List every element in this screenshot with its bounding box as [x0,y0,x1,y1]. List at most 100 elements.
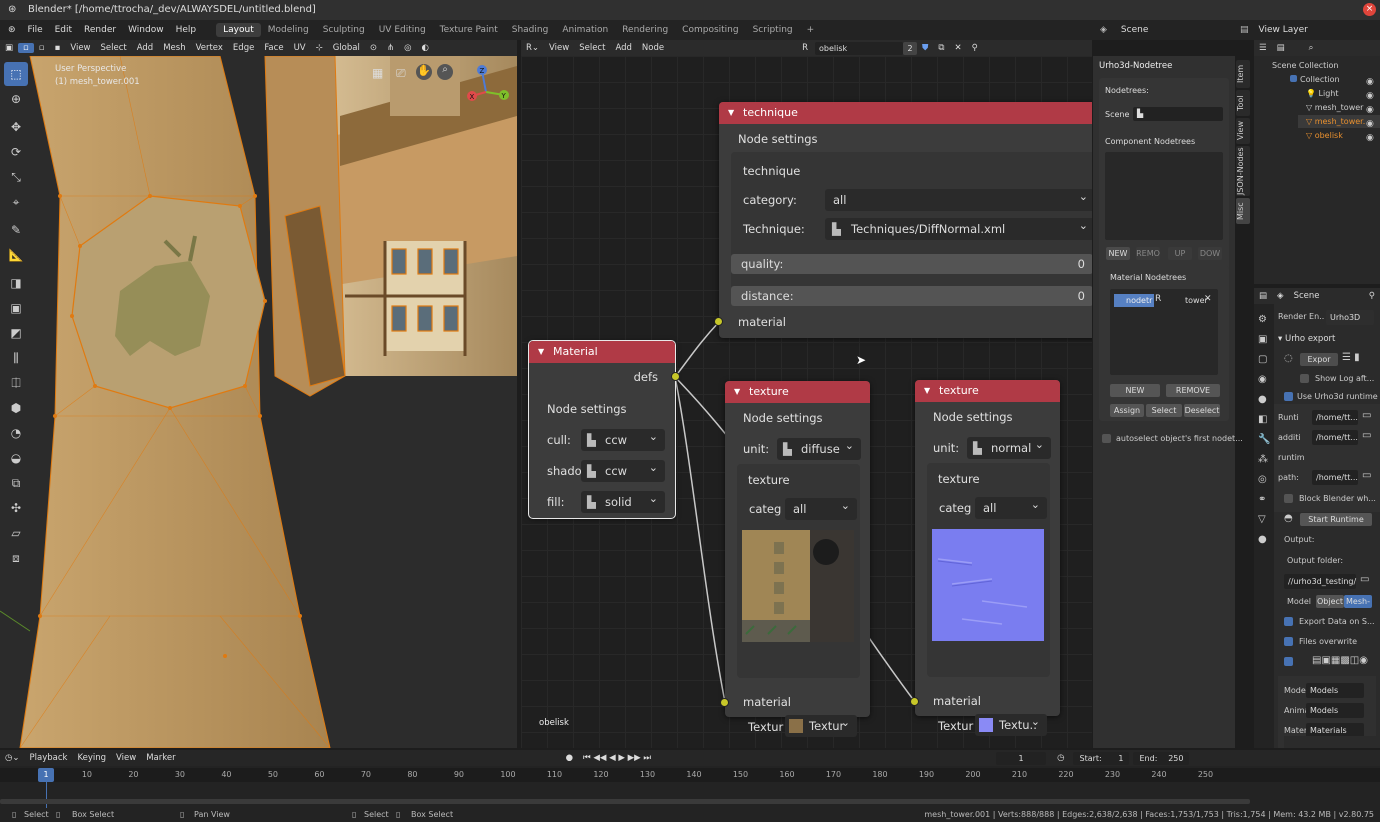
side-tab-tool[interactable]: Tool [1236,90,1250,116]
texture1-texture-dropdown[interactable]: Textur [785,712,857,737]
face-select-icon[interactable]: ▪ [50,43,66,53]
current-frame-field[interactable]: 1 [996,751,1047,765]
viewport-menu-view[interactable]: View [65,43,95,53]
side-tab-misc[interactable]: Misc [1236,198,1250,224]
edge-slide-icon[interactable]: ⧉ [4,471,28,495]
material-node[interactable]: Material defs Node settings cull: ▙ ccw … [528,340,680,519]
scale-icon[interactable]: ⤡ [4,165,28,189]
material-remove-button[interactable]: REMOVE [1166,384,1220,397]
menu-file[interactable]: File [22,25,49,35]
cull-dropdown[interactable]: ▙ ccw [581,426,665,451]
texture2-unit-dropdown[interactable]: ▙ normal [967,434,1051,459]
menu-help[interactable]: Help [170,25,203,35]
node-tree-type[interactable]: R [797,43,813,53]
tab-shading[interactable]: Shading [505,23,556,37]
display-mode-icon[interactable]: ▤ [1272,43,1290,53]
add-workspace-icon[interactable]: + [800,23,822,37]
export-icon[interactable]: ◌ [1284,353,1293,364]
tab-texture-paint[interactable]: Texture Paint [433,23,505,37]
pan-hand-icon[interactable]: ✋ [416,64,432,80]
tab-layout[interactable]: Layout [216,23,261,37]
proportional-icon[interactable]: ◎ [399,43,416,53]
poly-build-icon[interactable]: ⬢ [4,396,28,420]
start-runtime-button[interactable]: Start Runtime [1300,513,1372,526]
texture2-categ-dropdown[interactable]: all [975,494,1047,519]
properties-pin-icon[interactable]: ⚲ [1364,291,1380,301]
node-editor-type-icon[interactable]: R⌄ [521,43,544,53]
tab-sculpting[interactable]: Sculpting [316,23,372,37]
navigation-gizmo[interactable]: Z Y X [462,62,514,114]
close-window-icon[interactable]: × [1363,3,1376,16]
side-tab-item[interactable]: Item [1236,60,1250,88]
outliner-item-obelisk[interactable]: ▽ obelisk [1306,131,1343,140]
spin-icon[interactable]: ◔ [4,421,28,445]
material-node-header[interactable]: Material [529,341,675,363]
transform-icon[interactable]: ⌖ [4,190,28,214]
shrink-icon[interactable]: ✣ [4,496,28,520]
clock-icon[interactable]: ◷ [1052,753,1069,763]
snap-icon[interactable]: ⋔ [382,43,399,53]
files-overwrite-checkbox[interactable] [1284,637,1293,646]
side-tab-json-nodes[interactable]: JSON-Nodes [1236,146,1250,196]
material-new-button[interactable]: NEW [1110,384,1160,397]
technique-file-dropdown[interactable]: ▙ Techniques/DiffNormal.xml [825,215,1092,240]
quality-slider[interactable]: quality: 0 [731,254,1092,274]
overlay-icon[interactable]: ◐ [417,43,434,53]
duplicate-tree-icon[interactable]: ⧉ [933,43,949,53]
move-icon[interactable]: ✥ [4,115,28,139]
category-dropdown[interactable]: all [825,186,1092,211]
cursor-icon[interactable]: ⊕ [4,87,28,111]
distance-slider[interactable]: distance: 0 [731,286,1092,306]
pivot-icon[interactable]: ⊙ [365,43,382,53]
properties-tabs-icons[interactable]: ⚙ ▣ ▢ ◉ ● ◧ 🔧 ⁂ ◎ ⚭ ▽ ● [1258,310,1270,550]
3d-viewport[interactable]: User Perspective (1) mesh_tower.001 ▦ ⎚ … [0,56,517,748]
tab-rendering[interactable]: Rendering [615,23,675,37]
export-options-icons[interactable]: ☰ ▮ [1342,352,1360,363]
texture-node-diffuse[interactable]: texture Node settings unit: ▙ diffuse te… [725,381,870,737]
technique-material-socket[interactable] [714,317,723,326]
fake-user-icon[interactable]: ⛊ [917,43,933,53]
deselect-button[interactable]: Deselect [1184,404,1220,417]
menu-edit[interactable]: Edit [49,25,78,35]
playback-controls-icons[interactable]: ⏮ ◀◀ ◀ ▶ ▶▶ ⏭ [578,753,656,763]
view-layer-selector[interactable]: ▤ View Layer [1240,22,1370,37]
block-blender-checkbox[interactable] [1284,494,1293,503]
select-button[interactable]: Select [1146,404,1182,417]
start-frame-field[interactable]: Start: 1 [1073,751,1130,765]
show-log-checkbox[interactable] [1300,374,1309,383]
nodetree-scene-field[interactable]: ▙ [1133,107,1223,121]
outliner-item-collection[interactable]: Collection [1290,75,1340,84]
bevel-icon[interactable]: ◩ [4,321,28,345]
node-tree-users[interactable]: 2 [903,41,917,55]
node-menu-view[interactable]: View [544,43,574,53]
timeline-editor-icon[interactable]: ◷⌄ [0,753,25,763]
end-frame-field[interactable]: End: 250 [1133,751,1190,765]
texture2-texture-dropdown[interactable]: Textu.. [975,711,1047,736]
rip-icon[interactable]: ⧈ [4,546,28,570]
urho-panel-title[interactable]: Urho3d-Nodetree [1099,61,1172,71]
tab-animation[interactable]: Animation [555,23,615,37]
timeline-menu-view[interactable]: View [111,753,141,763]
annotate-icon[interactable]: ✎ [4,218,28,242]
shear-icon[interactable]: ▱ [4,521,28,545]
menu-window[interactable]: Window [122,25,170,35]
technique-node[interactable]: technique Node settings technique catego… [714,102,1092,338]
model-object-button[interactable]: Object [1316,595,1344,608]
timeline-scrollbar[interactable] [0,799,1250,804]
remove-item-icon[interactable]: ✕ [1204,294,1212,304]
outliner-search-icon[interactable]: ⌕ [1304,43,1319,53]
tab-uv-editing[interactable]: UV Editing [372,23,433,37]
editor-type-icon[interactable]: ▣ [0,43,18,53]
component-up-button[interactable]: UP [1168,247,1192,260]
timeline-menu-keying[interactable]: Keying [72,753,111,763]
export-button[interactable]: Expor [1300,353,1338,366]
zoom-icon[interactable]: ⌕ [437,64,453,80]
inset-icon[interactable]: ▣ [4,296,28,320]
viewport-menu-edge[interactable]: Edge [228,43,259,53]
additional-folder-icon[interactable]: ▭ [1362,430,1371,441]
knife-icon[interactable]: ⎅ [4,371,28,395]
camera-view-icon[interactable]: ⎚ [396,66,406,81]
material-nodetree-item[interactable]: nodetr [1114,294,1154,307]
edge-select-icon[interactable]: ▫ [34,43,50,53]
playhead[interactable]: 1 [38,768,54,782]
